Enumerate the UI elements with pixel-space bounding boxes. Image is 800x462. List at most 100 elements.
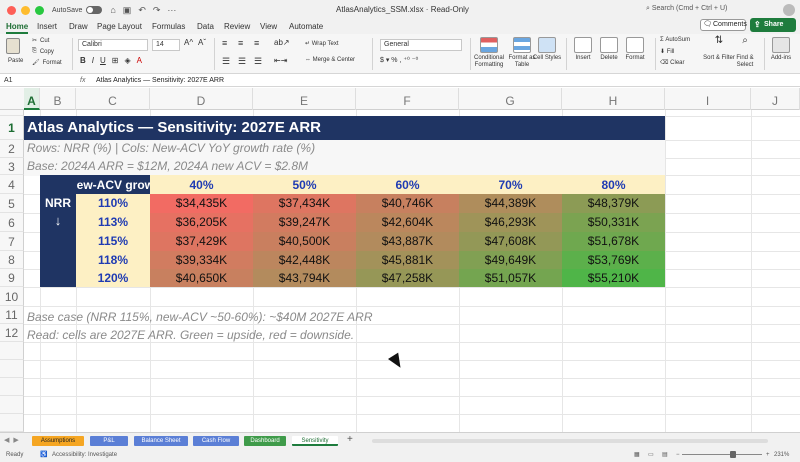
- column-header-d[interactable]: D: [150, 88, 253, 110]
- col-value-4[interactable]: 80%: [562, 175, 665, 194]
- column-header-h[interactable]: H: [562, 88, 665, 110]
- column-header-f[interactable]: F: [356, 88, 459, 110]
- row-header-7[interactable]: 7: [0, 232, 24, 251]
- align-right-icon[interactable]: ☰: [254, 56, 262, 67]
- sensitivity-cell[interactable]: $34,435K: [150, 194, 253, 213]
- align-bottom-icon[interactable]: ≡: [254, 38, 259, 48]
- sensitivity-cell[interactable]: $43,887K: [356, 232, 459, 251]
- sensitivity-cell[interactable]: $50,331K: [562, 213, 665, 232]
- fill-button[interactable]: ⬇ Fill: [660, 48, 674, 55]
- accessibility-icon[interactable]: ♿: [40, 448, 47, 462]
- column-header-i[interactable]: I: [665, 88, 751, 110]
- sensitivity-cell[interactable]: $48,379K: [562, 194, 665, 213]
- row-header-10[interactable]: 10: [0, 287, 24, 306]
- row-header-11[interactable]: 11: [0, 306, 24, 324]
- row-header-9[interactable]: 9: [0, 269, 24, 287]
- sensitivity-cell[interactable]: $39,334K: [150, 251, 253, 270]
- more-icon[interactable]: ···: [167, 5, 176, 16]
- italic-icon[interactable]: I: [92, 56, 94, 65]
- wrap-text-button[interactable]: ↵ Wrap Text: [305, 40, 339, 47]
- row-header-blank[interactable]: [0, 396, 24, 414]
- paste-icon[interactable]: [6, 38, 20, 54]
- sensitivity-cell[interactable]: $40,650K: [150, 269, 253, 287]
- bold-icon[interactable]: B: [80, 56, 86, 65]
- sensitivity-cell[interactable]: $42,604K: [356, 213, 459, 232]
- sheet-title[interactable]: Atlas Analytics — Sensitivity: 2027E ARR: [24, 116, 665, 140]
- font-size-select[interactable]: 14: [152, 39, 180, 51]
- column-header-j[interactable]: J: [751, 88, 800, 110]
- sheet-nav-arrows[interactable]: ◀▶: [4, 436, 23, 444]
- zoom-slider[interactable]: [682, 454, 762, 455]
- fx-icon[interactable]: fx: [80, 75, 85, 87]
- row-header-6[interactable]: 6: [0, 213, 24, 232]
- align-left-icon[interactable]: ☰: [222, 56, 230, 67]
- sheet-tab-sensitivity[interactable]: Sensitivity: [292, 436, 338, 446]
- close-window-button[interactable]: [7, 5, 16, 15]
- row-value-3[interactable]: 118%: [76, 251, 150, 269]
- format-cells-button[interactable]: Format: [618, 37, 652, 62]
- sensitivity-cell[interactable]: $45,881K: [356, 251, 459, 270]
- add-sheet-icon[interactable]: +: [347, 434, 353, 445]
- col-value-2[interactable]: 60%: [356, 175, 459, 194]
- sensitivity-cell[interactable]: $46,293K: [459, 213, 562, 232]
- tab-view[interactable]: View: [260, 20, 277, 34]
- column-header-a[interactable]: A: [24, 88, 40, 110]
- sensitivity-cell[interactable]: $37,429K: [150, 232, 253, 251]
- decrease-font-icon[interactable]: Aˇ: [198, 38, 206, 47]
- name-box[interactable]: A1: [2, 76, 62, 86]
- sensitivity-cell[interactable]: $55,210K: [562, 269, 665, 287]
- row-header-1[interactable]: 1: [0, 116, 24, 140]
- sheet-tab-dashboard[interactable]: Dashboard: [244, 436, 286, 446]
- zoom-slider-handle[interactable]: [730, 451, 736, 458]
- zoom-in-icon[interactable]: +: [766, 448, 770, 462]
- row-header-blank[interactable]: [0, 342, 24, 360]
- formula-input[interactable]: Atlas Analytics — Sensitivity: 2027E ARR: [96, 75, 224, 87]
- sheet-tab-assumptions[interactable]: Assumptions: [32, 436, 84, 446]
- sensitivity-cell[interactable]: $49,649K: [459, 251, 562, 270]
- redo-icon[interactable]: ↷: [153, 5, 161, 16]
- sheet-tab-cash-flow[interactable]: Cash Flow: [193, 436, 239, 446]
- sheet-tab-p-l[interactable]: P&L: [90, 436, 128, 446]
- share-button[interactable]: Share: [750, 18, 796, 32]
- sensitivity-cell[interactable]: $44,389K: [459, 194, 562, 213]
- minimize-window-button[interactable]: [21, 5, 30, 15]
- borders-icon[interactable]: ⊞: [112, 56, 119, 65]
- autosave-toggle[interactable]: [86, 6, 103, 14]
- number-format-buttons[interactable]: $ ▾ % , ⁺⁰ ⁻⁰: [380, 56, 418, 64]
- col-value-1[interactable]: 50%: [253, 175, 356, 194]
- column-header-b[interactable]: B: [40, 88, 76, 110]
- sheet-tab-balance-sheet[interactable]: Balance Sheet: [134, 436, 188, 446]
- font-color-icon[interactable]: A: [137, 56, 142, 65]
- tab-formulas[interactable]: Formulas: [152, 20, 185, 34]
- align-center-icon[interactable]: ☰: [238, 56, 246, 67]
- font-name-select[interactable]: Calibri: [78, 39, 148, 51]
- row-header-blank[interactable]: [0, 360, 24, 378]
- column-header-c[interactable]: C: [76, 88, 150, 110]
- undo-icon[interactable]: ↶: [138, 5, 146, 16]
- fill-color-icon[interactable]: ◈: [125, 56, 131, 65]
- underline-icon[interactable]: U: [100, 56, 106, 65]
- row-value-0[interactable]: 110%: [76, 194, 150, 212]
- row-header-5[interactable]: 5: [0, 194, 24, 213]
- tab-automate[interactable]: Automate: [289, 20, 323, 34]
- tab-insert[interactable]: Insert: [37, 20, 57, 34]
- note-base-case[interactable]: Base case (NRR 115%, new-ACV ~50-60%): ~…: [27, 310, 373, 324]
- tab-data[interactable]: Data: [197, 20, 214, 34]
- copy-button[interactable]: ⎘ Copy: [32, 48, 54, 55]
- tab-review[interactable]: Review: [224, 20, 250, 34]
- row-header-2[interactable]: 2: [0, 140, 24, 158]
- cut-button[interactable]: ✂ Cut: [32, 37, 49, 45]
- tab-home[interactable]: Home: [6, 20, 29, 34]
- orientation-icon[interactable]: ab↗: [274, 38, 290, 47]
- search-input[interactable]: ⌕ Search (Cmd + Ctrl + U): [646, 5, 727, 13]
- find-select-button[interactable]: ⌕ Find & Select: [728, 36, 762, 69]
- sensitivity-cell[interactable]: $36,205K: [150, 213, 253, 232]
- number-format-select[interactable]: General: [380, 39, 462, 51]
- row-value-4[interactable]: 120%: [76, 269, 150, 287]
- zoom-window-button[interactable]: [35, 5, 44, 15]
- align-middle-icon[interactable]: ≡: [238, 38, 243, 48]
- note-base[interactable]: Base: 2024A ARR = $12M, 2024A new ACV = …: [27, 159, 308, 173]
- normal-view-icon[interactable]: ▦: [634, 448, 640, 462]
- sensitivity-cell[interactable]: $37,434K: [253, 194, 356, 213]
- column-header-g[interactable]: G: [459, 88, 562, 110]
